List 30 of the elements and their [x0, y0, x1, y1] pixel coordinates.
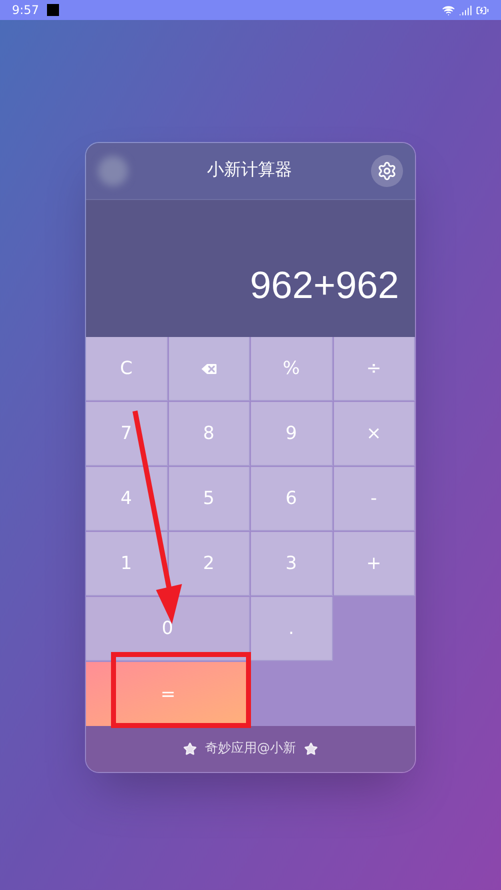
- calculator-key[interactable]: 4: [86, 467, 168, 531]
- calculator-key[interactable]: 6: [251, 467, 332, 531]
- calculator-key[interactable]: C: [86, 337, 168, 401]
- footer-text: 奇妙应用@小新: [205, 740, 296, 758]
- calculator-key[interactable]: .: [251, 597, 332, 661]
- notification-icon: [46, 4, 59, 16]
- calculator-key[interactable]: ÷: [334, 337, 415, 401]
- star-icon: [304, 742, 318, 756]
- app-title: 小新计算器: [207, 159, 292, 182]
- calculator-key[interactable]: 1: [86, 532, 168, 596]
- calculator-key[interactable]: 2: [168, 532, 250, 596]
- star-icon: [183, 742, 197, 756]
- status-time: 9:57: [12, 2, 39, 19]
- settings-icon: [377, 161, 397, 181]
- calculator-key[interactable]: 7: [86, 402, 168, 466]
- calculator-key[interactable]: -: [334, 467, 415, 531]
- battery-icon: [476, 4, 489, 16]
- calculator-key[interactable]: 5: [168, 467, 250, 531]
- blurred-avatar: [98, 156, 128, 186]
- wifi-icon: [442, 4, 455, 16]
- calculator-key[interactable]: 9: [251, 402, 332, 466]
- settings-button[interactable]: [371, 155, 403, 187]
- calculator-key[interactable]: 0: [86, 597, 250, 661]
- calculator-key[interactable]: +: [334, 532, 415, 596]
- expression-text: 962+962: [250, 264, 399, 309]
- calculator-key[interactable]: %: [251, 337, 332, 401]
- calculator-key[interactable]: 3: [251, 532, 332, 596]
- calculator-key[interactable]: ×: [334, 402, 415, 466]
- calculator-key[interactable]: 8: [168, 402, 250, 466]
- signal-icon: [459, 4, 472, 16]
